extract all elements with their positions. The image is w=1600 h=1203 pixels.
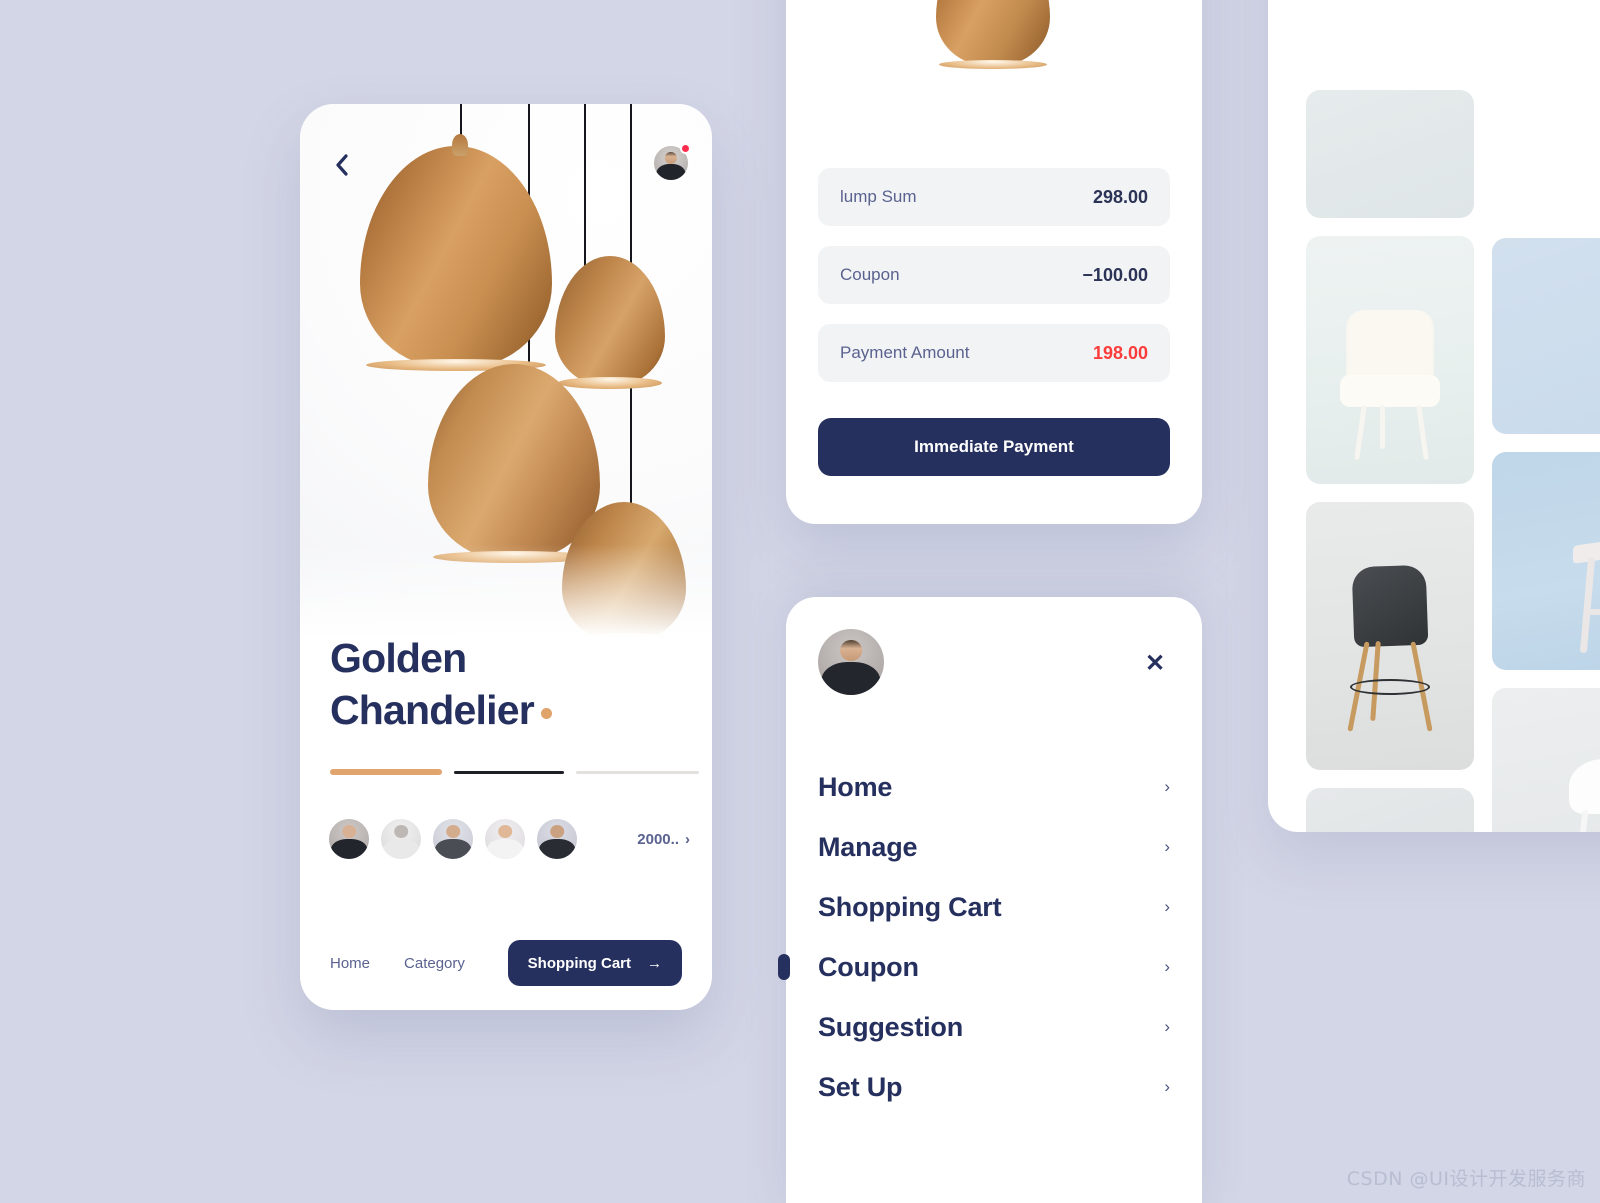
pendant-lamp-medium (428, 364, 600, 563)
payment-row-label: lump Sum (840, 187, 917, 206)
progress-bar-active[interactable] (330, 769, 442, 775)
payment-row-label: Coupon (840, 265, 900, 284)
active-item-indicator (778, 954, 790, 980)
carousel-progress-indicators[interactable] (330, 769, 699, 775)
progress-bar-second[interactable] (454, 770, 564, 774)
close-icon[interactable]: ✕ (1142, 651, 1168, 677)
gallery-tile-placeholder[interactable] (1306, 90, 1474, 218)
menu-header: ✕ (818, 629, 1170, 699)
menu-item-set-up[interactable]: Set Up › (818, 1057, 1170, 1117)
pendant-lamp-large (360, 134, 552, 371)
stool-shell (1351, 565, 1429, 648)
participant-avatar-3[interactable] (430, 816, 476, 862)
gallery-column-left (1306, 90, 1474, 832)
payment-pendant-lamp (936, 0, 1050, 69)
participant-avatar-4[interactable] (482, 816, 528, 862)
table-crossbar (1589, 608, 1600, 615)
menu-item-label: Coupon (818, 951, 919, 982)
table-leg (1580, 556, 1596, 653)
chevron-right-icon: › (1164, 1017, 1170, 1036)
back-button[interactable] (324, 148, 358, 182)
title-accent-dot-icon (540, 708, 552, 720)
table-top (1572, 532, 1600, 565)
chevron-right-icon: › (1164, 1077, 1170, 1096)
shopping-cart-button-label: Shopping Cart (527, 954, 631, 972)
nav-link-home[interactable]: Home (330, 955, 370, 972)
side-menu-card: ✕ Home › Manage › Shopping Cart › Coupon… (778, 597, 1202, 1203)
payment-hero-image (786, 0, 1202, 126)
profile-avatar-button[interactable] (652, 143, 691, 182)
notification-dot-icon (680, 143, 691, 154)
product-detail-card: Golden Chandelier 2000.. › Home Category… (300, 104, 712, 1010)
screen-background: Golden Chandelier 2000.. › Home Category… (0, 0, 1600, 1203)
gallery-tile-blue-placeholder[interactable] (1492, 238, 1600, 434)
product-title-line-1: Golden (330, 635, 467, 681)
payment-row-payment-amount: Payment Amount 198.00 (818, 324, 1170, 382)
menu-item-label: Suggestion (818, 1011, 963, 1042)
payment-row-value: −100.00 (1082, 264, 1148, 285)
chevron-right-icon: › (1164, 957, 1170, 976)
product-bottom-nav: Home Category Shopping Cart → (330, 940, 682, 986)
nav-link-category[interactable]: Category (404, 955, 465, 972)
pendant-lamp-small-right (555, 256, 665, 389)
avatar-stack[interactable] (326, 816, 586, 862)
chair-leg (1416, 404, 1430, 460)
payment-summary-card: lump Sum 298.00 Coupon −100.00 Payment A… (786, 0, 1202, 524)
payment-row-value-highlight: 198.00 (1092, 342, 1148, 363)
menu-item-label: Set Up (818, 1071, 903, 1102)
menu-item-shopping-cart[interactable]: Shopping Cart › (818, 877, 1170, 937)
gallery-column-right (1492, 238, 1600, 832)
payment-row-label: Payment Amount (840, 343, 970, 362)
chair-leg (1379, 404, 1385, 450)
chair-seat-round (1569, 759, 1600, 814)
menu-item-suggestion[interactable]: Suggestion › (818, 997, 1170, 1057)
chevron-right-icon: › (685, 830, 690, 848)
chair-seat (1339, 374, 1441, 408)
gallery-tile-black-stool[interactable] (1306, 502, 1474, 770)
product-title-line-2: Chandelier (330, 684, 552, 736)
menu-item-label: Shopping Cart (818, 891, 1002, 922)
menu-items-list: Home › Manage › Shopping Cart › Coupon ›… (778, 757, 1170, 1117)
payment-row-value: 298.00 (1092, 186, 1148, 207)
menu-item-manage[interactable]: Manage › (818, 817, 1170, 877)
chevron-right-icon: › (1164, 897, 1170, 916)
progress-bar-third[interactable] (576, 770, 699, 774)
product-title-text: Chandelier (330, 687, 535, 734)
watermark-text: CSDN @UI设计开发服务商 (1346, 1168, 1586, 1190)
gallery-tile-white-table[interactable] (1492, 452, 1600, 670)
chevron-right-icon: › (1164, 837, 1170, 856)
menu-item-label: Home (818, 771, 893, 802)
menu-item-coupon[interactable]: Coupon › (778, 937, 1170, 997)
chair-backrest (1346, 310, 1434, 385)
payment-row-lump-sum: lump Sum 298.00 (818, 168, 1170, 226)
gallery-tile-white-tufted-chair[interactable] (1306, 236, 1474, 484)
participant-avatar-2[interactable] (378, 816, 424, 862)
chair-leg (1354, 404, 1367, 460)
payment-row-coupon[interactable]: Coupon −100.00 (818, 246, 1170, 304)
participants-count-label: 2000.. (637, 830, 679, 848)
participants-count-link[interactable]: 2000.. › (637, 831, 690, 848)
product-title: Golden Chandelier (330, 632, 552, 737)
gallery-tile-white-chair[interactable] (1492, 688, 1600, 832)
participants-row: 2000.. › (326, 816, 690, 862)
product-hero-image (300, 104, 712, 664)
product-gallery-card (1268, 0, 1600, 832)
chevron-right-icon: › (1164, 777, 1170, 796)
payment-rows: lump Sum 298.00 Coupon −100.00 Payment A… (818, 168, 1170, 402)
shopping-cart-button[interactable]: Shopping Cart → (507, 940, 682, 986)
menu-item-home[interactable]: Home › (818, 757, 1170, 817)
participant-avatar-1[interactable] (326, 816, 372, 862)
menu-user-avatar[interactable] (818, 629, 884, 695)
menu-item-label: Manage (818, 831, 918, 862)
participant-avatar-5[interactable] (534, 816, 580, 862)
immediate-payment-button[interactable]: Immediate Payment (818, 418, 1170, 476)
lamp-cord-3 (584, 104, 586, 274)
chevron-left-icon (335, 154, 348, 176)
arrow-right-icon: → (647, 954, 662, 972)
stool-footrest-ring (1349, 678, 1431, 695)
gallery-tile-placeholder-2[interactable] (1306, 788, 1474, 832)
